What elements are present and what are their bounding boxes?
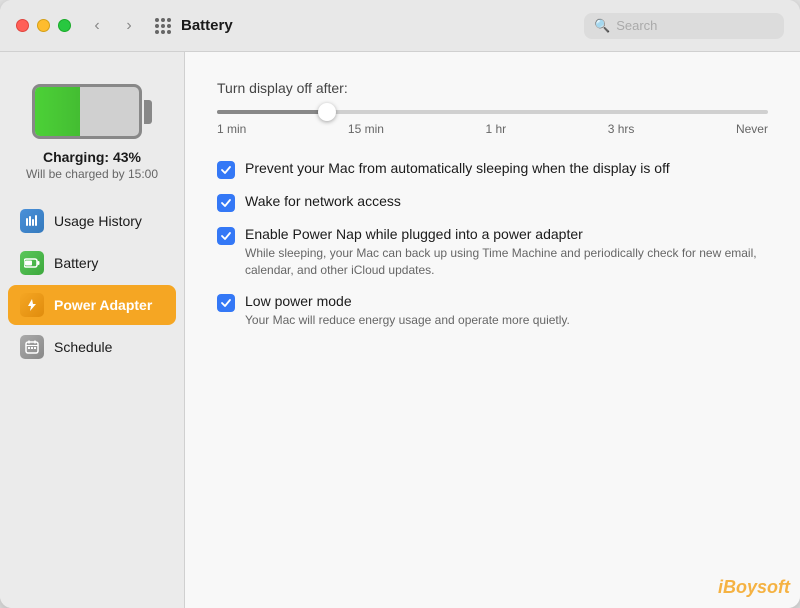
option-low-power-label: Low power mode <box>245 293 768 309</box>
sidebar-item-schedule[interactable]: Schedule <box>8 327 176 367</box>
watermark: iBoysoft <box>718 577 790 598</box>
option-wake-network-text: Wake for network access <box>245 193 768 209</box>
slider-title: Turn display off after: <box>217 80 768 96</box>
slider-section: Turn display off after: 1 min 15 min 1 h… <box>217 80 768 136</box>
schedule-icon <box>20 335 44 359</box>
tick-1min: 1 min <box>217 122 246 136</box>
main-content: Charging: 43% Will be charged by 15:00 <box>0 52 800 608</box>
checkbox-prevent-sleep[interactable] <box>217 161 235 179</box>
option-low-power-text: Low power mode Your Mac will reduce ener… <box>245 293 768 329</box>
battery-label-area: Charging: 43% Will be charged by 15:00 <box>26 149 158 181</box>
traffic-lights <box>16 19 71 32</box>
option-wake-network: Wake for network access <box>217 193 768 212</box>
charging-status: Charging: 43% <box>26 149 158 165</box>
sidebar: Charging: 43% Will be charged by 15:00 <box>0 52 185 608</box>
battery-visual <box>32 84 152 139</box>
search-bar[interactable]: 🔍 Search <box>584 13 784 39</box>
slider-thumb[interactable] <box>318 103 336 121</box>
maximize-button[interactable] <box>58 19 71 32</box>
search-placeholder: Search <box>616 18 657 33</box>
slider-ticks: 1 min 15 min 1 hr 3 hrs Never <box>217 122 768 136</box>
option-prevent-sleep-text: Prevent your Mac from automatically slee… <box>245 160 768 176</box>
battery-body <box>32 84 142 139</box>
option-prevent-sleep-label: Prevent your Mac from automatically slee… <box>245 160 768 176</box>
option-low-power: Low power mode Your Mac will reduce ener… <box>217 293 768 329</box>
sidebar-nav: Usage History Battery <box>0 201 184 369</box>
forward-button[interactable]: › <box>115 12 143 40</box>
battery-label: Battery <box>54 255 98 271</box>
tick-3hrs: 3 hrs <box>608 122 635 136</box>
slider-track[interactable] <box>217 110 768 114</box>
power-adapter-label: Power Adapter <box>54 297 152 313</box>
option-power-nap: Enable Power Nap while plugged into a po… <box>217 226 768 279</box>
option-low-power-desc: Your Mac will reduce energy usage and op… <box>245 312 768 329</box>
usage-history-icon <box>20 209 44 233</box>
slider-fill <box>217 110 327 114</box>
tick-15min: 15 min <box>348 122 384 136</box>
option-power-nap-text: Enable Power Nap while plugged into a po… <box>245 226 768 279</box>
option-power-nap-desc: While sleeping, your Mac can back up usi… <box>245 245 768 279</box>
search-icon: 🔍 <box>594 18 610 34</box>
checkbox-wake-network[interactable] <box>217 194 235 212</box>
battery-fill <box>35 87 80 136</box>
sidebar-item-power-adapter[interactable]: Power Adapter <box>8 285 176 325</box>
watermark-name: Boysoft <box>723 577 790 597</box>
tick-1hr: 1 hr <box>485 122 506 136</box>
sidebar-item-usage-history[interactable]: Usage History <box>8 201 176 241</box>
power-adapter-icon <box>20 293 44 317</box>
grid-icon[interactable] <box>155 18 171 34</box>
checkbox-low-power[interactable] <box>217 294 235 312</box>
usage-history-label: Usage History <box>54 213 142 229</box>
close-button[interactable] <box>16 19 29 32</box>
option-prevent-sleep: Prevent your Mac from automatically slee… <box>217 160 768 179</box>
checkbox-power-nap[interactable] <box>217 227 235 245</box>
battery-icon <box>20 251 44 275</box>
back-button[interactable]: ‹ <box>83 12 111 40</box>
option-wake-network-label: Wake for network access <box>245 193 768 209</box>
minimize-button[interactable] <box>37 19 50 32</box>
nav-arrows: ‹ › <box>83 12 143 40</box>
sidebar-item-battery[interactable]: Battery <box>8 243 176 283</box>
titlebar: ‹ › Battery 🔍 Search <box>0 0 800 52</box>
schedule-label: Schedule <box>54 339 112 355</box>
battery-cap <box>144 100 152 124</box>
charge-time: Will be charged by 15:00 <box>26 167 158 181</box>
option-power-nap-label: Enable Power Nap while plugged into a po… <box>245 226 768 242</box>
tick-never: Never <box>736 122 768 136</box>
detail-panel: Turn display off after: 1 min 15 min 1 h… <box>185 52 800 608</box>
window-title: Battery <box>181 17 584 34</box>
